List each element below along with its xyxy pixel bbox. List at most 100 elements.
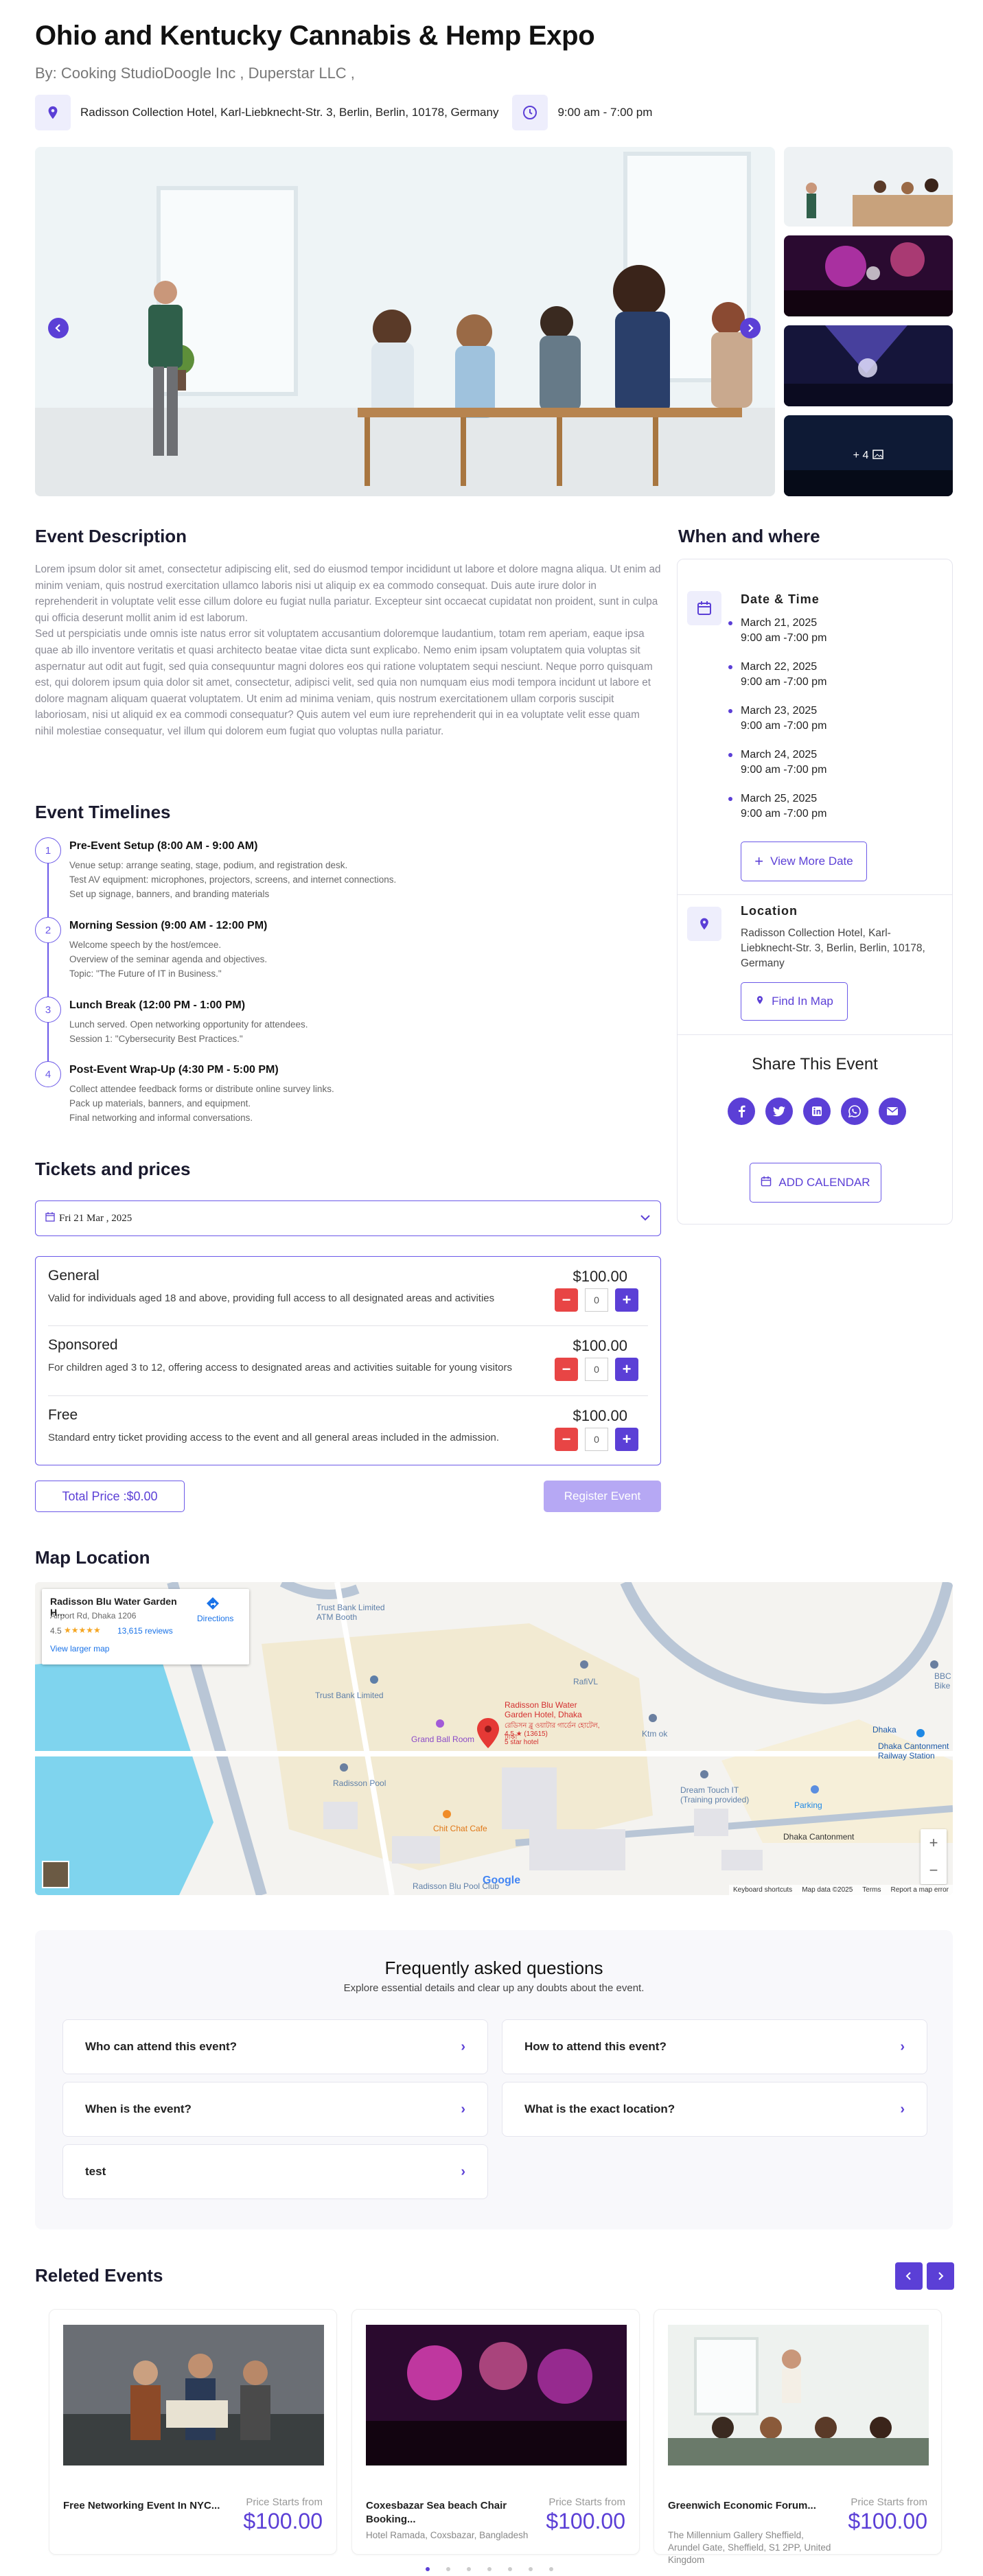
report-error-link[interactable]: Report a map error <box>891 1886 949 1894</box>
ticket-row-general: General $100.00 Valid for individuals ag… <box>48 1257 648 1325</box>
quantity-value[interactable]: 0 <box>585 1288 608 1312</box>
zoom-in-button[interactable]: + <box>921 1829 947 1857</box>
carousel-dot[interactable] <box>508 2567 512 2571</box>
whatsapp-icon[interactable] <box>841 1098 868 1125</box>
gallery-more-thumb[interactable]: + 4 <box>784 415 953 496</box>
related-prev-button[interactable] <box>895 2262 923 2290</box>
increase-qty-button[interactable]: + <box>615 1358 638 1381</box>
register-event-button[interactable]: Register Event <box>544 1481 661 1512</box>
timeline-step-detail: Final networking and informal conversati… <box>69 1113 253 1123</box>
keyboard-shortcuts-link[interactable]: Keyboard shortcuts <box>733 1886 792 1894</box>
faq-item[interactable]: Who can attend this event? › <box>62 2019 488 2074</box>
event-date-item: March 23, 2025 9:00 am -7:00 pm <box>728 704 826 734</box>
event-date-time: 9:00 am -7:00 pm <box>741 808 827 820</box>
carousel-dot[interactable] <box>467 2567 471 2571</box>
timeline-step-number: 1 <box>35 837 61 863</box>
add-calendar-button[interactable]: ADD CALENDAR <box>750 1163 881 1203</box>
map-footer: Keyboard shortcuts Map data ©2025 Terms … <box>729 1885 953 1895</box>
quantity-stepper: − 0 + <box>555 1358 638 1381</box>
chevron-right-icon: › <box>461 2163 465 2179</box>
related-event-card[interactable]: Coxesbazar Sea beach Chair Booking... Ho… <box>351 2309 640 2555</box>
map-data-credit: Map data ©2025 <box>802 1886 853 1894</box>
event-thumbnail <box>668 2325 929 2465</box>
timeline-step-detail: Pack up materials, banners, and equipmen… <box>69 1098 251 1109</box>
faq-title: Frequently asked questions <box>384 1958 603 1978</box>
event-title: Ohio and Kentucky Cannabis & Hemp Expo <box>35 21 595 51</box>
event-address: Radisson Collection Hotel, Karl-Liebknec… <box>80 106 499 119</box>
faq-item[interactable]: What is the exact location? › <box>502 2082 927 2137</box>
calendar-icon <box>45 1211 55 1225</box>
ticket-price: $100.00 <box>573 1337 627 1354</box>
hero-next-arrow[interactable] <box>740 318 761 338</box>
description-text: Lorem ipsum dolor sit amet, consectetur … <box>35 561 661 740</box>
ticket-date-value: Fri 21 Mar , 2025 <box>59 1212 132 1224</box>
timeline-step-number: 4 <box>35 1061 61 1087</box>
ticket-name: Sponsored <box>48 1337 118 1353</box>
ticket-date-select[interactable]: Fri 21 Mar , 2025 <box>35 1200 661 1236</box>
location-label: Location <box>741 904 798 918</box>
event-date-item: March 25, 2025 9:00 am -7:00 pm <box>728 791 827 822</box>
related-event-name: Coxesbazar Sea beach Chair Booking... <box>366 2500 507 2525</box>
carousel-dot[interactable] <box>446 2567 450 2571</box>
view-larger-map-link[interactable]: View larger map <box>50 1644 109 1653</box>
increase-qty-button[interactable]: + <box>615 1428 638 1451</box>
map-label: Grand Ball Room <box>411 1734 475 1744</box>
satellite-toggle[interactable] <box>42 1861 69 1888</box>
facebook-icon[interactable] <box>728 1098 755 1125</box>
faq-question: When is the event? <box>85 2102 192 2115</box>
related-event-name: Greenwich Economic Forum... <box>668 2500 816 2511</box>
timeline-step-detail: Set up signage, banners, and branding ma… <box>69 889 270 899</box>
faq-item[interactable]: How to attend this event? › <box>502 2019 927 2074</box>
email-icon[interactable] <box>879 1098 906 1125</box>
find-in-map-button[interactable]: Find In Map <box>741 982 848 1021</box>
ticket-desc: Valid for individuals aged 18 and above,… <box>48 1292 495 1304</box>
timeline-step-detail: Overview of the seminar agenda and objec… <box>69 954 268 964</box>
related-event-card[interactable]: Greenwich Economic Forum... The Millenni… <box>654 2309 942 2565</box>
event-date-item: March 21, 2025 9:00 am -7:00 pm <box>728 616 826 646</box>
carousel-dot-active[interactable] <box>426 2567 430 2571</box>
decrease-qty-button[interactable]: − <box>555 1288 578 1312</box>
view-more-date-button[interactable]: + View More Date <box>741 842 867 881</box>
faq-question: What is the exact location? <box>524 2102 675 2115</box>
directions-icon[interactable] <box>205 1596 220 1611</box>
twitter-icon[interactable] <box>765 1098 793 1125</box>
tickets-title: Tickets and prices <box>35 1159 191 1179</box>
directions-link[interactable]: Directions <box>197 1614 233 1623</box>
terms-link[interactable]: Terms <box>862 1886 881 1894</box>
description-title: Event Description <box>35 526 187 546</box>
timeline-step-detail: Test AV equipment: microphones, projecto… <box>69 874 397 885</box>
quantity-value[interactable]: 0 <box>585 1358 608 1381</box>
gallery-thumb-3[interactable] <box>784 325 953 406</box>
carousel-dot[interactable] <box>529 2567 533 2571</box>
faq-item[interactable]: When is the event? › <box>62 2082 488 2137</box>
map-label: Trust Bank Limited <box>315 1691 384 1700</box>
linkedin-icon[interactable] <box>803 1098 831 1125</box>
gallery-thumb-1[interactable] <box>784 147 953 227</box>
gallery-thumb-2[interactable] <box>784 235 953 316</box>
timeline-step-detail: Session 1: "Cybersecurity Best Practices… <box>69 1034 243 1044</box>
zoom-out-button[interactable]: − <box>921 1857 947 1884</box>
carousel-dot[interactable] <box>549 2567 553 2571</box>
increase-qty-button[interactable]: + <box>615 1288 638 1312</box>
hero-image <box>35 147 775 496</box>
location-pin-icon <box>755 995 765 1009</box>
event-date-time: 9:00 am -7:00 pm <box>741 764 827 776</box>
related-event-price: $100.00 <box>848 2509 927 2533</box>
map-label: Parking <box>794 1800 822 1810</box>
related-next-button[interactable] <box>927 2262 954 2290</box>
quantity-value[interactable]: 0 <box>585 1428 608 1451</box>
event-date: March 25, 2025 <box>741 793 818 804</box>
carousel-dot[interactable] <box>487 2567 492 2571</box>
map-embed[interactable]: Trust Bank Limited ATM Booth Trust Bank … <box>35 1582 953 1895</box>
map-label: Trust Bank Limited ATM Booth <box>316 1603 385 1622</box>
faq-item[interactable]: test › <box>62 2144 488 2199</box>
decrease-qty-button[interactable]: − <box>555 1428 578 1451</box>
event-date: March 24, 2025 <box>741 749 818 761</box>
related-event-price: $100.00 <box>546 2509 625 2533</box>
related-event-card[interactable]: Free Networking Event In NYC... Price St… <box>49 2309 337 2555</box>
location-pin-icon <box>35 95 71 130</box>
map-label: Dream Touch IT (Training provided) <box>680 1785 750 1805</box>
hero-prev-arrow[interactable] <box>48 318 69 338</box>
decrease-qty-button[interactable]: − <box>555 1358 578 1381</box>
map-place-reviews[interactable]: 13,615 reviews <box>117 1626 173 1636</box>
